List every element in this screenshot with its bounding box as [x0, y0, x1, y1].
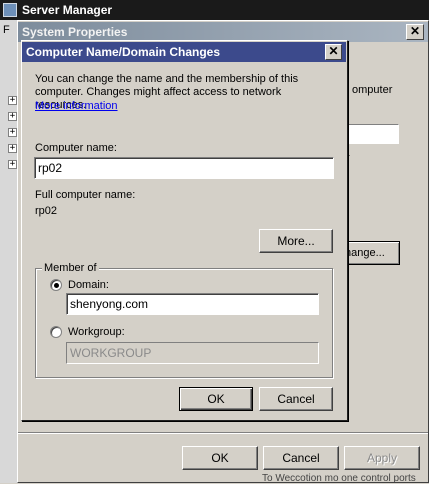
workgroup-input: WORKGROUP	[66, 342, 319, 364]
server-manager-tree-pane: F	[0, 20, 18, 483]
server-manager-title: Server Manager	[22, 3, 113, 17]
full-computer-name-label: Full computer name:	[35, 189, 136, 201]
more-button[interactable]: More...	[259, 229, 333, 253]
computer-description-field[interactable]	[346, 124, 399, 144]
server-manager-icon	[3, 3, 17, 17]
system-properties-titlebar: System Properties	[18, 22, 428, 42]
system-properties-title: System Properties	[22, 25, 128, 39]
member-of-label: Member of	[42, 262, 99, 274]
separator	[18, 432, 428, 434]
tree-expand-icon[interactable]: +	[8, 112, 17, 121]
radio-selected-dot	[54, 283, 59, 288]
close-icon[interactable]: ✕	[325, 44, 342, 60]
computer-name-input[interactable]: rp02	[34, 157, 334, 179]
tree-expand-icon[interactable]: +	[8, 160, 17, 169]
tree-expand-icon[interactable]: +	[8, 144, 17, 153]
menu-file[interactable]: F	[3, 24, 10, 36]
dialog-ok-button[interactable]: OK	[179, 387, 253, 411]
system-properties-apply-button[interactable]: Apply	[344, 446, 420, 470]
dialog-titlebar: Computer Name/Domain Changes	[22, 42, 346, 62]
dialog-title: Computer Name/Domain Changes	[26, 45, 221, 59]
status-fragment: To Weccotion mo one control ports	[262, 473, 416, 484]
computer-description-fragment: omputer	[352, 84, 393, 96]
full-computer-name-value: rp02	[35, 205, 58, 217]
close-icon[interactable]: ✕	[406, 24, 424, 40]
domain-label[interactable]: Domain:	[68, 279, 109, 291]
workgroup-label[interactable]: Workgroup:	[68, 326, 125, 338]
dialog-cancel-button[interactable]: Cancel	[259, 387, 333, 411]
server-manager-titlebar: Server Manager	[0, 0, 429, 20]
system-properties-cancel-button[interactable]: Cancel	[263, 446, 339, 470]
tree-expand-icon[interactable]: +	[8, 96, 17, 105]
change-button[interactable]: hange...	[340, 241, 400, 265]
domain-input[interactable]: shenyong.com	[66, 293, 319, 315]
more-information-link[interactable]: More information	[35, 100, 118, 112]
system-properties-ok-button[interactable]: OK	[182, 446, 258, 470]
computer-name-label: Computer name:	[35, 142, 117, 154]
tree-expand-icon[interactable]: +	[8, 128, 17, 137]
workgroup-radio[interactable]	[50, 326, 62, 338]
